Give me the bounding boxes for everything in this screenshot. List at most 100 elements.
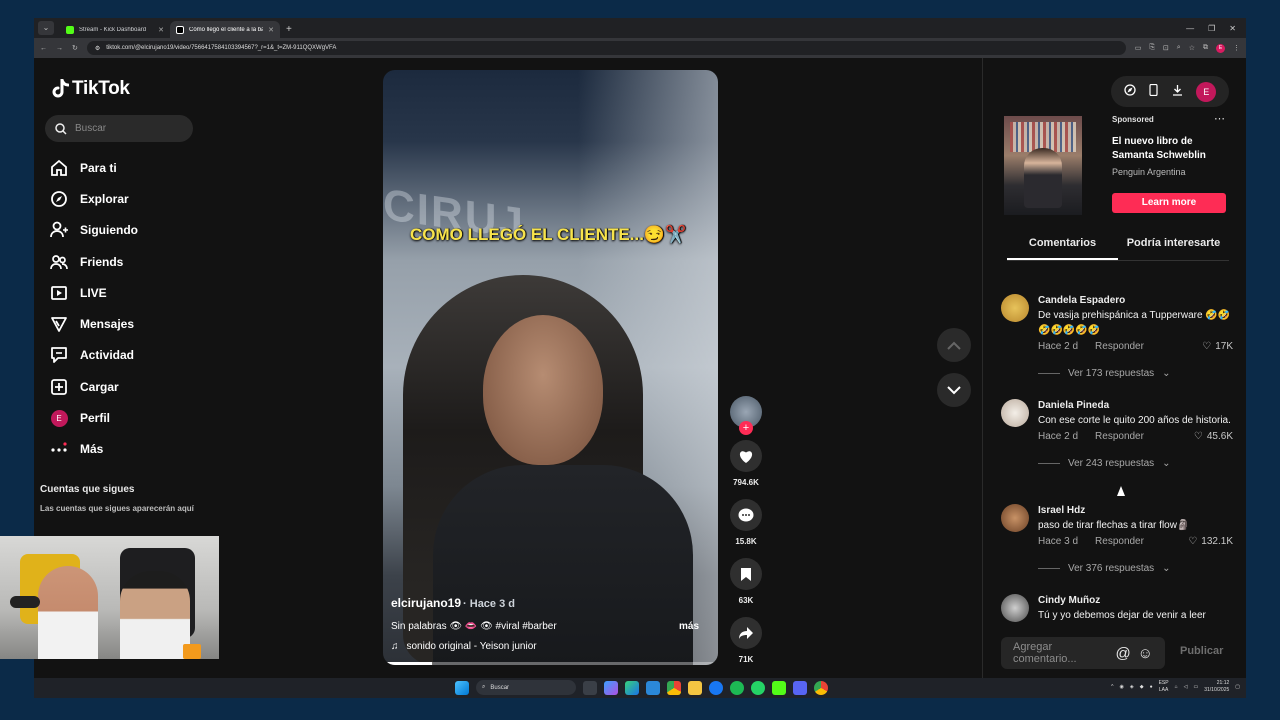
comment-button[interactable]: [730, 499, 762, 531]
reload-icon[interactable]: ↻: [72, 44, 78, 52]
tray-app-icon[interactable]: ◆: [1140, 684, 1144, 690]
emoji-icon[interactable]: ☺: [1138, 645, 1153, 662]
taskbar-search[interactable]: ⌕ Buscar: [476, 680, 576, 695]
battery-icon[interactable]: ▭: [1194, 684, 1199, 690]
video-sound[interactable]: ♫ sonido original - Yeison junior: [391, 641, 537, 652]
tray-app-icon[interactable]: ◈: [1130, 684, 1134, 690]
nav-item-perfil[interactable]: E Perfil: [50, 402, 210, 433]
tray-app-icon[interactable]: ●: [1150, 684, 1153, 690]
task-view-icon[interactable]: [583, 680, 597, 695]
close-window-button[interactable]: ✕: [1229, 24, 1236, 33]
commenter-avatar[interactable]: [1001, 594, 1029, 622]
nav-item-mensajes[interactable]: Mensajes: [50, 308, 210, 339]
view-replies-button[interactable]: Ver 173 respuestas ⌄: [1038, 368, 1233, 379]
share-button[interactable]: [730, 617, 762, 649]
url-field[interactable]: ⚙ tiktok.com/@elcirujano19/video/7566417…: [86, 41, 1126, 55]
reply-button[interactable]: Responder: [1095, 341, 1144, 352]
tab-comentarios[interactable]: Comentarios: [1007, 228, 1118, 260]
learn-more-button[interactable]: Learn more: [1112, 193, 1226, 213]
save-button[interactable]: [730, 558, 762, 590]
notifications-icon[interactable]: ▢: [1235, 684, 1240, 690]
nav-item-siguiendo[interactable]: Siguiendo: [50, 215, 210, 246]
facebook-icon[interactable]: [709, 680, 723, 695]
reply-button[interactable]: Responder: [1095, 431, 1144, 442]
more-link[interactable]: más: [679, 621, 699, 632]
site-info-icon[interactable]: ⚙: [95, 45, 100, 52]
mention-icon[interactable]: @: [1115, 645, 1130, 662]
video-author[interactable]: elcirujano19 · Hace 3 d: [391, 596, 515, 610]
tab-search-button[interactable]: ⌄: [38, 21, 54, 35]
download-icon[interactable]: [1172, 83, 1183, 101]
volume-icon[interactable]: ◁: [1184, 684, 1188, 690]
nav-item-friends[interactable]: Friends: [50, 246, 210, 277]
search-input[interactable]: Buscar: [45, 115, 193, 142]
network-icon[interactable]: ⌂: [1175, 684, 1178, 690]
reply-button[interactable]: Responder: [1095, 536, 1144, 547]
maximize-button[interactable]: ❐: [1208, 24, 1215, 33]
kick-icon[interactable]: [772, 680, 786, 695]
nav-item-cargar[interactable]: Cargar: [50, 371, 210, 402]
store-icon[interactable]: [646, 680, 660, 695]
extensions-icon[interactable]: ⧉: [1203, 44, 1208, 52]
bookmark-star-icon[interactable]: ☆: [1189, 44, 1195, 52]
ad-options-icon[interactable]: ⋯: [1214, 112, 1225, 125]
menu-kebab-icon[interactable]: ⋮: [1233, 44, 1240, 52]
mobile-app-icon[interactable]: [1149, 83, 1158, 101]
view-replies-button[interactable]: Ver 243 respuestas ⌄: [1038, 458, 1233, 469]
commenter-name[interactable]: Candela Espadero: [1038, 294, 1233, 308]
nav-item-mas[interactable]: Más: [50, 434, 210, 465]
nav-item-para-ti[interactable]: Para ti: [50, 152, 210, 183]
ad-title[interactable]: El nuevo libro de Samanta Schweblin: [1112, 135, 1232, 163]
profile-avatar[interactable]: E: [1196, 81, 1217, 102]
zoom-icon[interactable]: ⌕: [1177, 44, 1181, 52]
new-tab-button[interactable]: +: [286, 24, 292, 35]
tab-podria-interesarte[interactable]: Podría interesarte: [1118, 228, 1229, 260]
next-video-button[interactable]: [937, 373, 971, 407]
clock[interactable]: 21:12 31/10/2025: [1204, 680, 1229, 694]
commenter-name[interactable]: Israel Hdz: [1038, 504, 1233, 518]
tray-chevron-icon[interactable]: ^: [1111, 684, 1113, 690]
nav-item-live[interactable]: LIVE: [50, 277, 210, 308]
commenter-avatar[interactable]: [1001, 504, 1029, 532]
back-icon[interactable]: ←: [40, 45, 47, 52]
minimize-button[interactable]: —: [1186, 24, 1194, 33]
tray-app-icon[interactable]: ◉: [1119, 684, 1123, 690]
video-player[interactable]: CIRUJ COMO LLEGÓ EL CLIENTE...😏✂️ elciru…: [383, 70, 718, 665]
author-avatar[interactable]: +: [730, 396, 762, 435]
edge-icon[interactable]: [625, 680, 639, 695]
tiktok-logo[interactable]: TikTok: [51, 78, 130, 100]
comment-like-button[interactable]: ♡ 132.1K: [1188, 536, 1233, 547]
commenter-name[interactable]: Cindy Muñoz: [1038, 594, 1233, 608]
explore-compass-icon[interactable]: [1124, 83, 1136, 101]
tab-kick-dashboard[interactable]: Stream - Kick Dashboard ✕: [60, 21, 170, 38]
tab-tiktok-video[interactable]: Cómo llegó el cliente a la barb ✕: [170, 21, 280, 38]
commenter-avatar[interactable]: [1001, 294, 1029, 322]
install-app-icon[interactable]: ⊡: [1163, 44, 1169, 52]
like-button[interactable]: [730, 440, 762, 472]
comment-input[interactable]: Agregar comentario... @ ☺: [1001, 637, 1165, 669]
browser-profile-avatar[interactable]: E: [1216, 43, 1225, 53]
commenter-avatar[interactable]: [1001, 399, 1029, 427]
copilot-icon[interactable]: [604, 680, 618, 695]
author-username[interactable]: elcirujano19: [391, 596, 461, 610]
close-tab-icon[interactable]: ✕: [158, 26, 164, 34]
comment-like-button[interactable]: ♡ 17K: [1202, 341, 1233, 352]
cast-icon[interactable]: ▭: [1135, 44, 1142, 52]
translate-icon[interactable]: ⎘: [1149, 44, 1155, 52]
publish-button[interactable]: Publicar: [1180, 645, 1223, 657]
commenter-name[interactable]: Daniela Pineda: [1038, 399, 1233, 413]
view-replies-button[interactable]: Ver 376 respuestas ⌄: [1038, 563, 1233, 574]
previous-video-button[interactable]: [937, 328, 971, 362]
video-progress-bar[interactable]: [386, 662, 715, 665]
ad-image[interactable]: [1004, 116, 1082, 215]
chrome-profile-icon[interactable]: [814, 680, 828, 695]
discord-icon[interactable]: [793, 680, 807, 695]
chrome-icon[interactable]: [667, 680, 681, 695]
follow-plus-icon[interactable]: +: [739, 421, 753, 435]
whatsapp-icon[interactable]: [751, 680, 765, 695]
windows-start-icon[interactable]: [455, 680, 469, 695]
language-indicator[interactable]: ESP LAA: [1159, 680, 1169, 694]
close-tab-icon[interactable]: ✕: [268, 26, 274, 34]
nav-item-actividad[interactable]: Actividad: [50, 340, 210, 371]
comment-like-button[interactable]: ♡ 45.6K: [1194, 431, 1233, 442]
